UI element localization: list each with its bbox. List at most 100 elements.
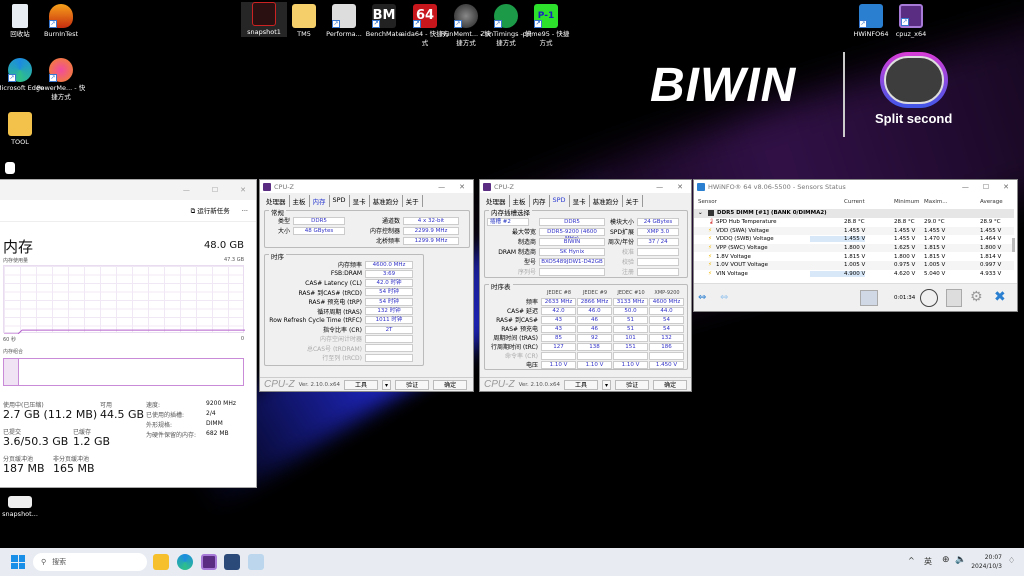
- sensor-row[interactable]: ⚡ 1.0V VOUT Voltage 1.005 V 0.975 V 1.005 V 0…: [694, 261, 1014, 270]
- tab-graphics[interactable]: 显卡: [570, 195, 590, 207]
- cpuz-taskbar-icon[interactable]: [201, 554, 217, 570]
- report-icon[interactable]: [946, 289, 962, 307]
- tab-bench[interactable]: 基准跑分: [590, 195, 623, 207]
- tools-button[interactable]: 工具: [564, 379, 599, 390]
- desktop-icon-powermemory[interactable]: ↗ PowerMe... - 快捷方式: [35, 58, 87, 102]
- col-average[interactable]: Average: [980, 199, 1003, 205]
- close-button[interactable]: ✕: [677, 183, 683, 191]
- tools-dropdown-icon[interactable]: ▾: [382, 379, 392, 390]
- maximize-button[interactable]: ☐: [983, 183, 989, 191]
- more-options-button[interactable]: ···: [242, 207, 248, 215]
- aida64-icon: 64 ↗: [413, 4, 437, 28]
- hwinfo-taskbar-icon[interactable]: [224, 554, 240, 570]
- spd-cell: [613, 351, 648, 360]
- snapshot-icon: [252, 2, 276, 26]
- close-button[interactable]: ✕: [240, 186, 246, 194]
- tab-mainboard[interactable]: 主板: [290, 195, 310, 207]
- sensor-row[interactable]: ⚡ VPP (SWC) Voltage 1.800 V 1.625 V 1.815 V 1…: [694, 243, 1014, 253]
- close-button[interactable]: ✕: [1003, 183, 1009, 191]
- clock[interactable]: 20:07 2024/10/3: [970, 553, 1002, 571]
- sensor-group-row[interactable]: ⌄ DDR5 DIMM [#1] (BANK 0/DIMMA2): [694, 209, 1014, 218]
- validate-button[interactable]: 验证: [395, 379, 430, 390]
- timing-label: 指令比率 (CR): [323, 327, 362, 335]
- tab-cpu[interactable]: 处理器: [483, 195, 510, 207]
- col-maximum[interactable]: Maxim...: [924, 199, 948, 205]
- sensor-row[interactable]: ⚡ 1.8V Voltage 1.815 V 1.800 V 1.815 V 1.814 …: [694, 252, 1014, 261]
- network-icon[interactable]: ⊕: [942, 555, 950, 565]
- maximize-button[interactable]: ☐: [212, 186, 218, 194]
- tab-spd[interactable]: SPD: [330, 195, 350, 207]
- timings-group: 时序 内存频率 4600.0 MHz FSB:DRAM 3:69 CAS# Latenc…: [264, 251, 424, 366]
- spd-cell: 51: [613, 324, 648, 333]
- volume-icon[interactable]: 🔈: [955, 555, 966, 565]
- minimize-button[interactable]: —: [183, 186, 190, 194]
- run-new-task-button[interactable]: ⧉ 运行新任务: [191, 205, 230, 216]
- desktop-icon-file[interactable]: [0, 162, 20, 176]
- desktop-icon-snapshot2[interactable]: snapshot...: [0, 492, 46, 519]
- edge-icon[interactable]: [177, 554, 193, 570]
- sensor-row[interactable]: 🌡 SPD Hub Temperature 28.8 °C 28.8 °C 29.0 °…: [694, 218, 1014, 227]
- col-minimum[interactable]: Minimum: [894, 199, 920, 205]
- notification-bell-icon[interactable]: ♢: [1008, 556, 1015, 565]
- desktop-icon-burnintest[interactable]: ↗ BurnInTest: [35, 4, 87, 39]
- file-explorer-icon[interactable]: [153, 554, 169, 570]
- settings-gear-icon[interactable]: ⚙: [970, 289, 983, 305]
- thermometer-icon: 🌡: [708, 219, 715, 226]
- composition-label: 内存组合: [3, 349, 24, 355]
- timing-value: 42.0 时钟: [365, 279, 413, 288]
- sensor-cur: 28.8 °C: [844, 219, 865, 226]
- tab-about[interactable]: 关于: [623, 195, 643, 207]
- scrollbar[interactable]: [1012, 238, 1015, 252]
- sensor-row[interactable]: ⚡ VIN Voltage 4.900 V 4.620 V 5.040 V 4.933 V: [694, 270, 1014, 279]
- tab-bench[interactable]: 基准跑分: [370, 195, 403, 207]
- folder-icon: [8, 112, 32, 136]
- start-button[interactable]: [11, 555, 25, 569]
- sensor-cur: 1.800 V: [844, 245, 866, 252]
- timing-value: [365, 344, 413, 353]
- sensor-min: 1.800 V: [894, 253, 916, 260]
- tab-memory[interactable]: 内存: [530, 195, 550, 207]
- sensor-name: VPP (SWC) Voltage: [716, 245, 768, 252]
- tab-mainboard[interactable]: 主板: [510, 195, 530, 207]
- network-icon[interactable]: [860, 290, 878, 306]
- minimize-button[interactable]: —: [438, 183, 445, 191]
- chevron-up-icon[interactable]: ^: [908, 556, 915, 565]
- spd-cell: 54: [649, 315, 684, 324]
- ok-button[interactable]: 确定: [653, 379, 688, 390]
- chevron-down-icon[interactable]: ⌄: [698, 210, 703, 216]
- channels-value: 4 x 32-bit: [403, 216, 459, 225]
- close-x-icon[interactable]: ✖: [994, 289, 1006, 305]
- spd-cell: 46: [577, 315, 612, 324]
- search-box[interactable]: ⚲ 搜索: [33, 553, 147, 571]
- tab-memory[interactable]: 内存: [310, 195, 330, 207]
- task-manager-icon[interactable]: [248, 554, 264, 570]
- sensor-row[interactable]: ⚡ VDDQ (SWB) Voltage 1.455 V 1.455 V 1.470 V…: [694, 235, 1014, 244]
- clock-icon[interactable]: [920, 289, 938, 307]
- search-icon: ⚲: [41, 558, 47, 566]
- ime-indicator[interactable]: 英: [924, 556, 932, 567]
- slot-select[interactable]: 插槽 #2: [487, 217, 529, 226]
- tools-button[interactable]: 工具: [344, 379, 379, 390]
- nav-arrows-icon[interactable]: ⇔: [698, 292, 706, 303]
- tab-spd[interactable]: SPD: [550, 195, 570, 207]
- ok-button[interactable]: 确定: [433, 379, 468, 390]
- lightning-bolt-icon: ⚡: [708, 262, 712, 269]
- desktop-icon-tool[interactable]: TOOL: [0, 112, 46, 147]
- sensor-row[interactable]: ⚡ VDD (SWA) Voltage 1.455 V 1.455 V 1.455 V 1…: [694, 226, 1014, 236]
- tab-graphics[interactable]: 显卡: [350, 195, 370, 207]
- type-value: DDR5: [293, 216, 345, 225]
- close-button[interactable]: ✕: [459, 183, 465, 191]
- desktop-icon-cpuz[interactable]: ↗ cpuz_x64: [885, 4, 937, 39]
- minimize-button[interactable]: —: [962, 183, 969, 191]
- validate-button[interactable]: 验证: [615, 379, 650, 390]
- col-current[interactable]: Current: [844, 199, 865, 205]
- tab-about[interactable]: 关于: [403, 195, 423, 207]
- timing-value: 54 时钟: [365, 297, 413, 306]
- nav-arrows-disabled-icon[interactable]: ⇔: [720, 292, 728, 303]
- tab-cpu[interactable]: 处理器: [263, 195, 290, 207]
- minimize-button[interactable]: —: [656, 183, 663, 191]
- tools-dropdown-icon[interactable]: ▾: [602, 379, 612, 390]
- desktop-icon-prime95[interactable]: P-1 ↗ prime95 - 快捷方式: [520, 4, 572, 48]
- col-sensor[interactable]: Sensor: [698, 199, 717, 205]
- sensor-min: 0.975 V: [894, 262, 916, 269]
